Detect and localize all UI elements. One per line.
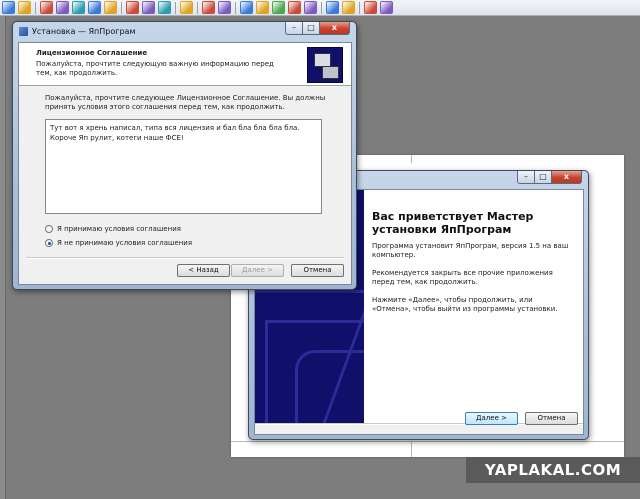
window-title-text: Установка — ЯпПрограм [32, 27, 136, 36]
page-view-icon[interactable] [326, 1, 339, 14]
separator [175, 1, 176, 14]
wizard-graphic [295, 350, 364, 423]
welcome-text-close-apps: Рекомендуется закрыть все прочие приложе… [372, 269, 553, 286]
monitor-graphic [314, 53, 331, 67]
watermark: YAPLAKAL.COM [466, 457, 640, 483]
binoculars-icon[interactable] [364, 1, 377, 14]
folder-icon[interactable] [342, 1, 355, 14]
back-button[interactable]: < Назад [177, 264, 230, 277]
cancel-button[interactable]: Отмена [525, 412, 578, 425]
pages-icon[interactable] [288, 1, 301, 14]
separator [321, 1, 322, 14]
license-header-subtitle: Пожалуйста, прочтите следующую важную ин… [36, 60, 274, 77]
page-guide-line [411, 441, 412, 457]
license-window: Установка — ЯпПрограм – □ x Лицензионное… [12, 21, 357, 290]
separator [235, 1, 236, 14]
accept-label[interactable]: Я принимаю условия соглашения [57, 225, 181, 233]
accept-radio[interactable] [45, 225, 53, 233]
decline-label[interactable]: Я не принимаю условия соглашения [57, 239, 192, 247]
paint-icon[interactable] [304, 1, 317, 14]
welcome-text-instructions: Нажмите «Далее», чтобы продолжить, или «… [372, 296, 558, 313]
accept-option[interactable]: Я принимаю условия соглашения [45, 225, 181, 233]
fence-icon[interactable] [2, 1, 15, 14]
window-title: Установка — ЯпПрограм [19, 27, 136, 36]
forward-icon[interactable] [256, 1, 269, 14]
maximize-button[interactable]: □ [535, 171, 552, 184]
window-controls: – □ x [285, 22, 350, 35]
save-icon[interactable] [40, 1, 53, 14]
page-guide-line [231, 441, 624, 442]
folder-open-icon[interactable] [18, 1, 31, 14]
welcome-main-panel: Вас приветствует Мастер установки ЯпПрог… [364, 190, 583, 423]
installer-icon [19, 27, 28, 36]
divider [26, 257, 344, 259]
decline-radio[interactable] [45, 239, 53, 247]
properties-icon[interactable] [158, 1, 171, 14]
toolbar [0, 0, 640, 16]
separator [359, 1, 360, 14]
cut-icon[interactable] [72, 1, 85, 14]
zoom-icon[interactable] [126, 1, 139, 14]
cancel-button[interactable]: Отмена [291, 264, 344, 277]
delete-icon[interactable] [180, 1, 193, 14]
page-guide-line [411, 155, 412, 163]
license-client: Лицензионное Соглашение Пожалуйста, проч… [18, 42, 352, 285]
close-button[interactable]: x [552, 171, 582, 184]
next-button[interactable]: Далее > [465, 412, 518, 425]
system-unit-graphic [322, 66, 339, 79]
separator [121, 1, 122, 14]
next-button: Далее > [231, 264, 284, 277]
installer-computer-icon [307, 47, 343, 83]
close-button[interactable]: x [320, 22, 350, 35]
paste-icon[interactable] [104, 1, 117, 14]
new-file-icon[interactable] [142, 1, 155, 14]
window-controls: – □ x [517, 171, 582, 184]
replace-icon[interactable] [380, 1, 393, 14]
zoom-in-icon[interactable] [202, 1, 215, 14]
back-icon[interactable] [240, 1, 253, 14]
page-icon[interactable] [272, 1, 285, 14]
welcome-title: Вас приветствует Мастер установки ЯпПрог… [372, 210, 534, 236]
welcome-text-install: Программа установит ЯпПрограм, версия 1.… [372, 242, 569, 259]
decline-option[interactable]: Я не принимаю условия соглашения [45, 239, 192, 247]
license-header: Лицензионное Соглашение Пожалуйста, проч… [19, 43, 351, 86]
zoom-out-icon[interactable] [218, 1, 231, 14]
license-intro: Пожалуйста, прочтите следующее Лицензион… [45, 94, 326, 111]
license-header-title: Лицензионное Соглашение [36, 49, 148, 57]
minimize-button[interactable]: – [517, 171, 535, 184]
undo-icon[interactable] [56, 1, 69, 14]
separator [197, 1, 198, 14]
separator [35, 1, 36, 14]
copy-icon[interactable] [88, 1, 101, 14]
maximize-button[interactable]: □ [303, 22, 320, 35]
vertical-ruler [0, 16, 6, 499]
minimize-button[interactable]: – [285, 22, 303, 35]
license-text-box[interactable]: Тут вот я хрень написал, типа вся лиценз… [45, 119, 322, 214]
